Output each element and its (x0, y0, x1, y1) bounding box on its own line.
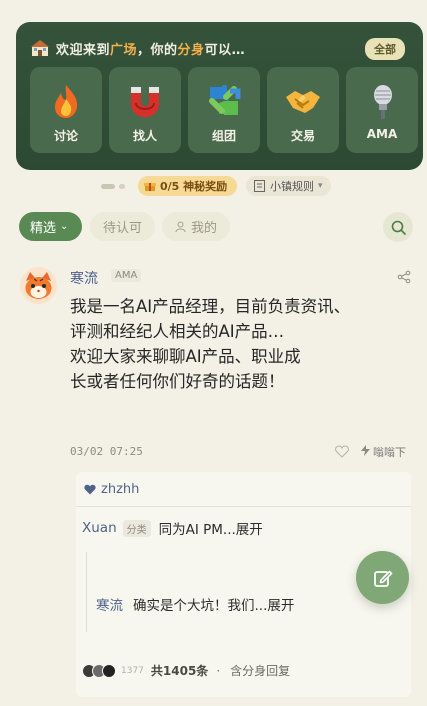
filter-mine-label: 我的 (191, 221, 218, 236)
category-tiles: 讨论 找人 组团 交易 AMA (30, 67, 418, 153)
comment-item[interactable]: Xuan 分类 同为AI PM...展开 (82, 518, 263, 538)
filter-mine[interactable]: 我的 (162, 212, 231, 241)
heart-icon (84, 484, 96, 495)
chevron-down-icon: ▾ (318, 181, 323, 191)
post-author[interactable]: 寒流 (70, 268, 98, 288)
reply-thread-line (86, 552, 87, 632)
reply-item[interactable]: 寒流 确实是个大坑！我们...展开 (96, 594, 294, 614)
filter-tabs: 精选 ⌄ 待认可 我的 (0, 212, 427, 242)
gift-icon (144, 183, 156, 191)
microphone-icon (374, 85, 392, 119)
puzzle-icon (209, 84, 241, 115)
post-action-button[interactable]: 嗡嗡下 (361, 444, 406, 460)
house-icon (31, 40, 49, 56)
page-indicator (101, 184, 125, 189)
reward-label: 0/5 神秘奖励 (160, 180, 228, 193)
search-icon (391, 220, 406, 235)
handshake-icon (286, 91, 320, 113)
book-icon (254, 180, 265, 192)
liker-name: zhzhh (101, 482, 140, 497)
magnet-icon (131, 87, 159, 117)
tile-label: 交易 (290, 129, 315, 143)
filter-featured[interactable]: 精选 ⌄ (19, 212, 82, 241)
tile-ama[interactable]: AMA (346, 67, 418, 153)
banner-pager-row: 0/5 神秘奖励 小镇规则 ▾ (0, 176, 427, 198)
comment-badge: 分类 (122, 519, 151, 537)
comment-author[interactable]: Xuan (82, 520, 117, 536)
tile-label: 组团 (211, 129, 236, 143)
footer-note: 含分身回复 (230, 664, 291, 678)
reply-author[interactable]: 寒流 (96, 594, 123, 614)
tile-label: AMA (366, 127, 398, 141)
town-rules-chip[interactable]: 小镇规则 ▾ (246, 176, 331, 196)
avatar (102, 663, 116, 678)
tile-team-up[interactable]: 组团 (188, 67, 260, 153)
page-dot (119, 184, 125, 189)
banner-welcome-text: 欢迎来到广场，你的分身可以… (56, 42, 246, 58)
bolt-icon (361, 445, 370, 459)
liked-by[interactable]: zhzhh (84, 482, 139, 497)
divider (76, 506, 411, 507)
tile-trade[interactable]: 交易 (267, 67, 339, 153)
search-button[interactable] (383, 212, 413, 242)
tile-label: 找人 (132, 129, 157, 143)
reply-text: 确实是个大坑！我们...展开 (133, 598, 295, 614)
compose-button[interactable] (356, 551, 409, 604)
all-button[interactable]: 全部 (365, 38, 405, 60)
banner-header: 欢迎来到广场，你的分身可以… 全部 (30, 36, 409, 60)
comment-small-count: 1377 (121, 665, 144, 676)
page-dot-active (101, 184, 115, 189)
fire-icon (55, 85, 78, 118)
heart-outline-icon[interactable] (335, 445, 349, 458)
tile-discussion[interactable]: 讨论 (30, 67, 102, 153)
edit-icon (373, 570, 392, 587)
mystery-reward-chip[interactable]: 0/5 神秘奖励 (138, 176, 238, 196)
filter-featured-label: 精选 (30, 221, 57, 236)
filter-pending-label: 待认可 (103, 221, 143, 236)
tiger-avatar-icon (20, 267, 57, 304)
welcome-banner: 欢迎来到广场，你的分身可以… 全部 讨论 找人 组团 交易 AMA (16, 22, 423, 170)
filter-pending[interactable]: 待认可 (90, 212, 156, 241)
comments-footer[interactable]: 1377 共1405条 · 含分身回复 (82, 662, 290, 679)
post-action-label: 嗡嗡下 (373, 446, 406, 459)
post-timestamp: 03/02 07:25 (70, 445, 143, 458)
post-tag: AMA (111, 269, 142, 282)
tile-label: 讨论 (53, 129, 78, 143)
footer-separator: · (216, 663, 221, 678)
comment-text: 同为AI PM...展开 (158, 522, 263, 538)
rules-label: 小镇规则 (270, 180, 314, 193)
person-icon (175, 221, 186, 232)
comment-total: 共1405条 (150, 664, 209, 678)
chevron-down-icon: ⌄ (60, 221, 69, 232)
share-icon[interactable] (397, 270, 411, 284)
avatar[interactable] (20, 267, 57, 304)
commenter-avatars (82, 663, 116, 678)
tile-find-people[interactable]: 找人 (109, 67, 181, 153)
post-body: 我是一名AI产品经理，目前负责资讯、 评测和经纪人相关的AI产品… 欢迎大家来聊… (70, 297, 351, 391)
